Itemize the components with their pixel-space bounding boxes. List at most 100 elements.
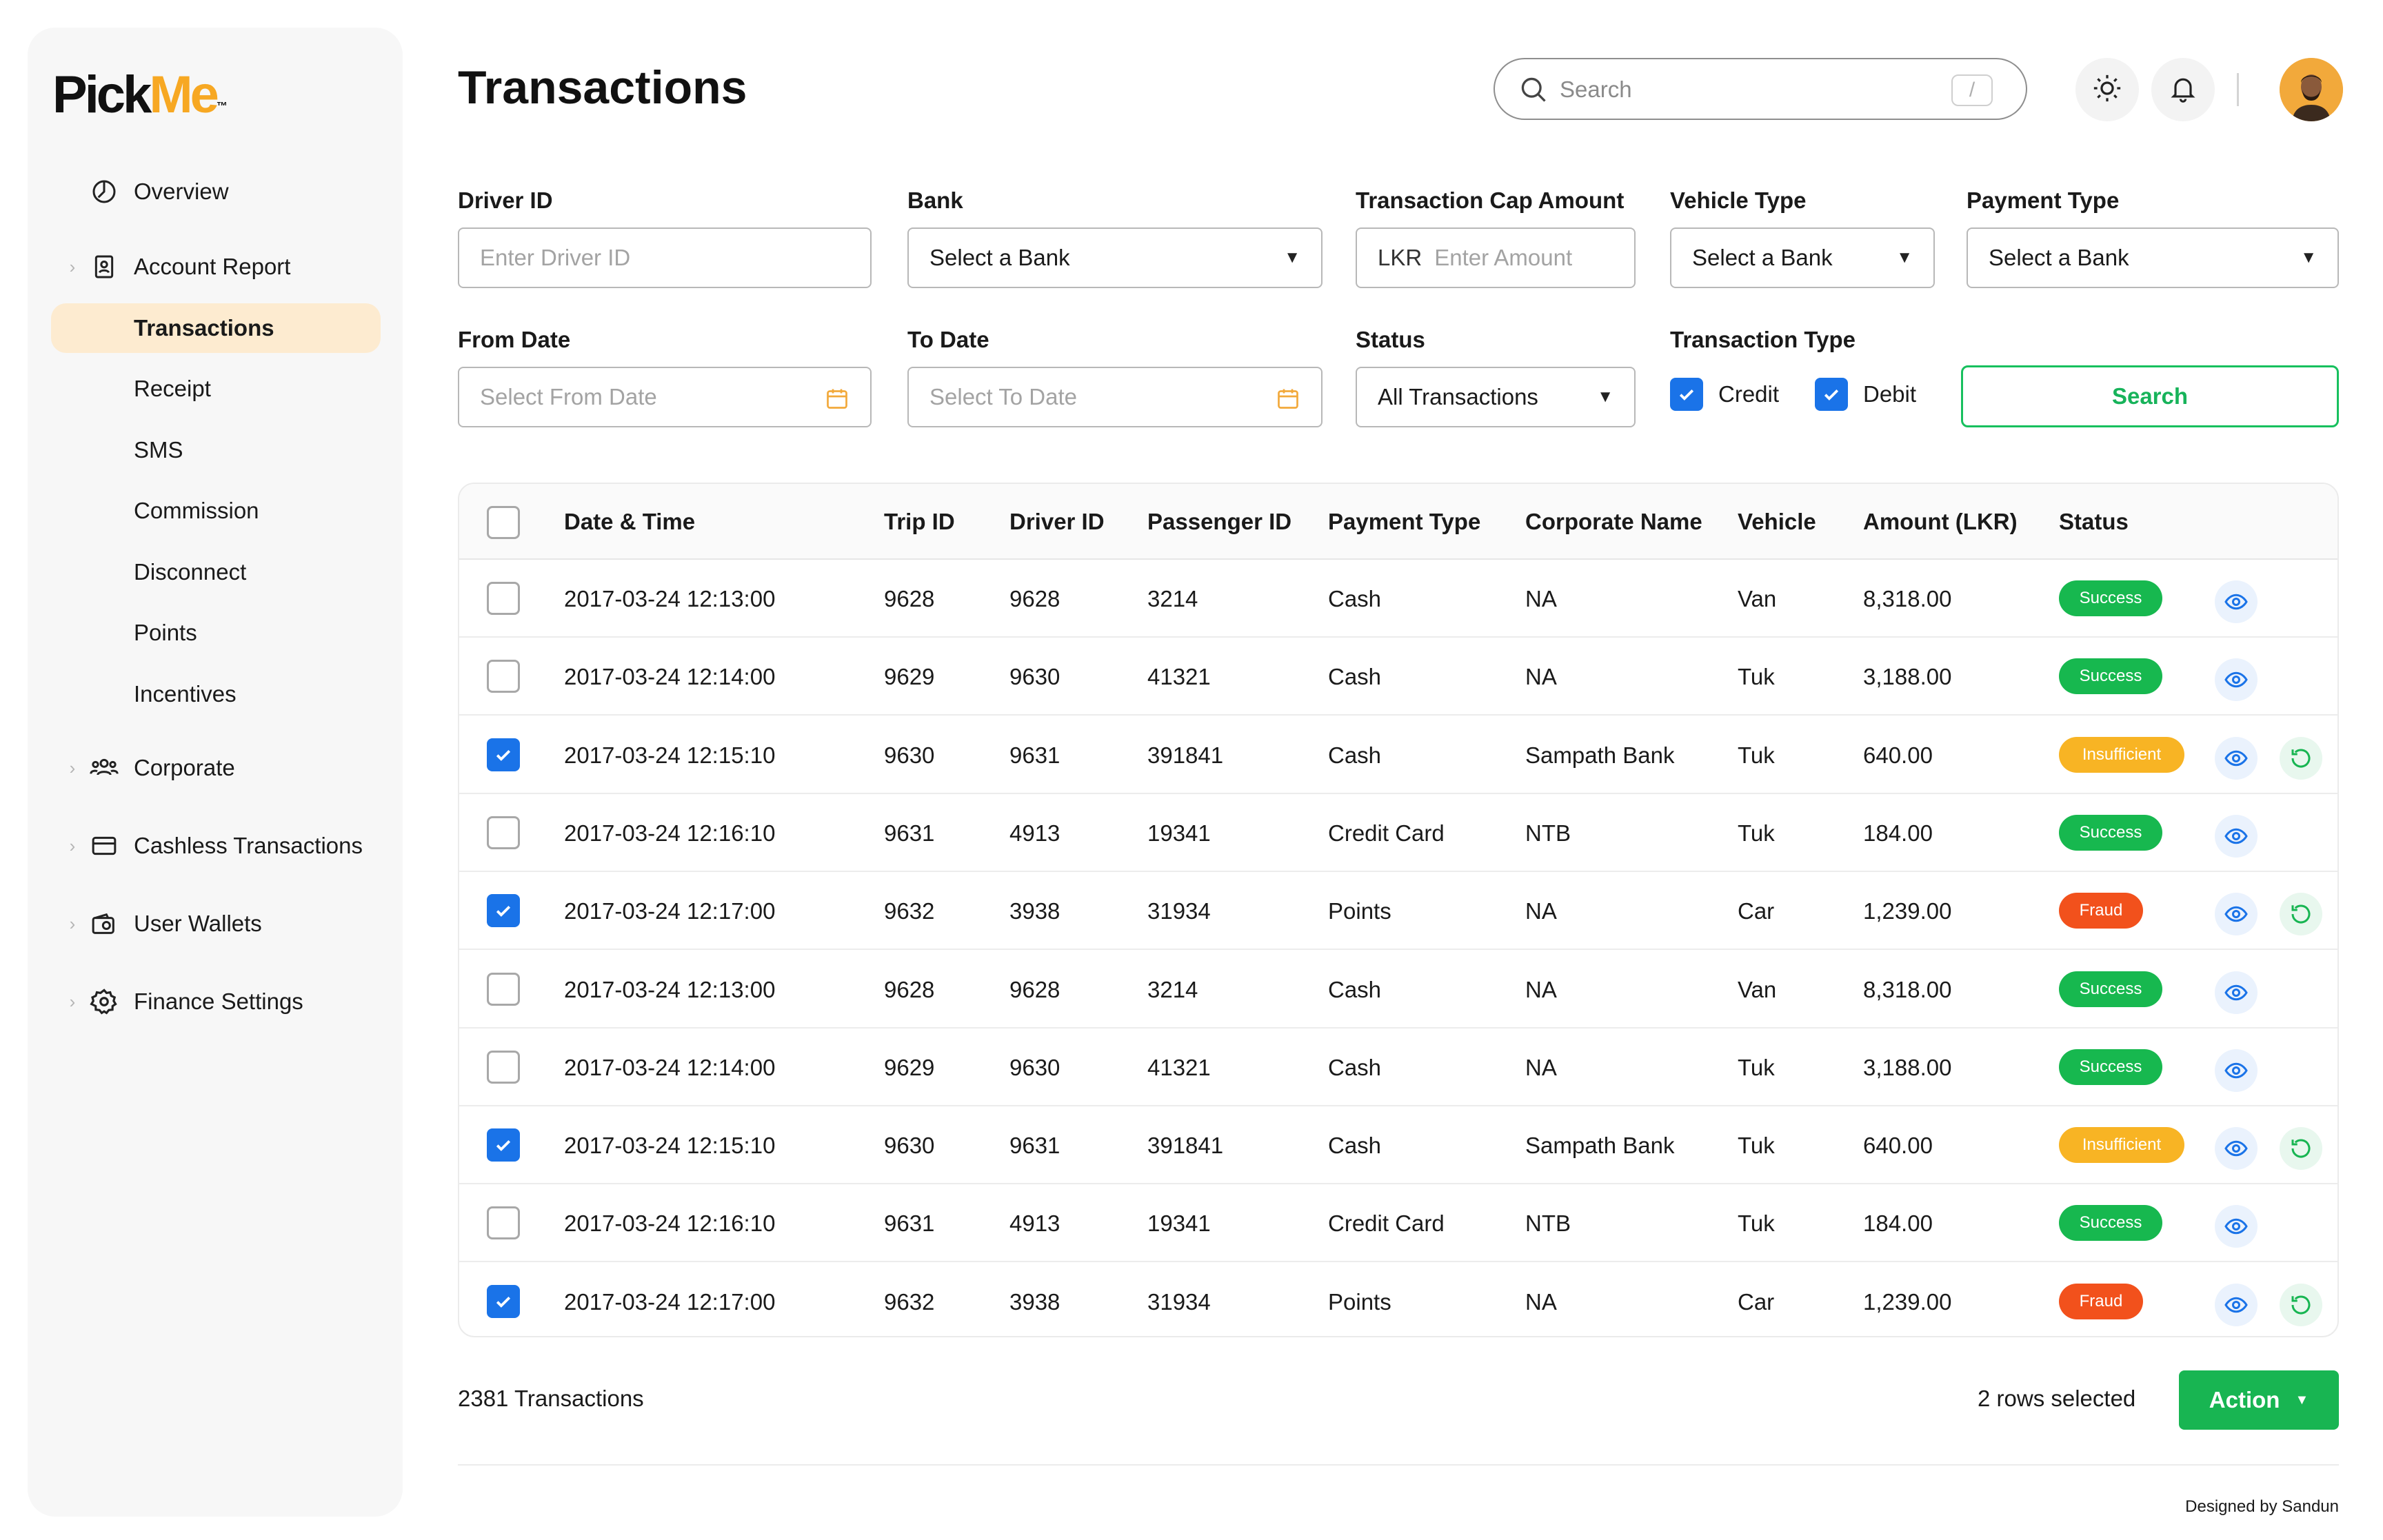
cell-datetime: 2017-03-24 12:16:10: [564, 1210, 776, 1237]
view-button[interactable]: [2215, 1127, 2258, 1171]
row-checkbox[interactable]: [487, 582, 520, 615]
vehicle-type-select[interactable]: Select a Bank ▼: [1670, 227, 1935, 288]
table-row[interactable]: 2017-03-24 12:14:00 9629 9630 41321 Cash NA Tu…: [459, 1029, 2337, 1106]
view-button[interactable]: [2215, 814, 2258, 858]
chevron-right-icon: ›: [69, 757, 76, 778]
view-button[interactable]: [2215, 736, 2258, 780]
cell-vehicle: Tuk: [1738, 1210, 1775, 1237]
table-row[interactable]: 2017-03-24 12:14:00 9629 9630 41321 Cash NA Tu…: [459, 638, 2337, 716]
sidebar-subitem-label: Transactions: [134, 315, 274, 341]
sidebar-subitem-incentives[interactable]: Incentives: [51, 669, 381, 719]
payment-type-select[interactable]: Select a Bank ▼: [1967, 227, 2339, 288]
to-date-label: To Date: [907, 327, 989, 352]
column-header-trip-id[interactable]: Trip ID: [884, 509, 955, 535]
cell-passenger-id: 391841: [1147, 1133, 1224, 1159]
action-button-label: Action: [2209, 1387, 2280, 1412]
row-checkbox[interactable]: [487, 1128, 520, 1162]
row-checkbox[interactable]: [487, 815, 520, 849]
sidebar-item-finance-settings[interactable]: › Finance Settings: [28, 975, 403, 1028]
bank-select[interactable]: Select a Bank ▼: [907, 227, 1323, 288]
table-row[interactable]: 2017-03-24 12:15:10 9630 9631 391841 Cash Sam…: [459, 1106, 2337, 1185]
table-row[interactable]: 2017-03-24 12:16:10 9631 4913 19341 Credit C…: [459, 1184, 2337, 1263]
sidebar-item-cashless-transactions[interactable]: › Cashless Transactions: [28, 820, 403, 872]
row-checkbox[interactable]: [487, 738, 520, 771]
table-row[interactable]: 2017-03-24 12:17:00 9632 3938 31934 Points NA…: [459, 1263, 2337, 1336]
avatar[interactable]: [2280, 58, 2343, 121]
search-button[interactable]: Search: [1961, 365, 2339, 427]
transaction-type-label: Transaction Type: [1670, 327, 1856, 352]
view-button[interactable]: [2215, 1283, 2258, 1326]
driver-id-field[interactable]: [458, 227, 872, 288]
row-checkbox[interactable]: [487, 1284, 520, 1318]
column-header-status[interactable]: Status: [2059, 509, 2129, 535]
column-header-driver-id[interactable]: Driver ID: [1009, 509, 1105, 535]
sidebar-subitem-transactions[interactable]: Transactions: [51, 303, 381, 353]
header-divider: [2237, 73, 2239, 106]
calendar-icon[interactable]: [1276, 386, 1300, 414]
sidebar-item-account-report[interactable]: › Account Report: [28, 241, 403, 293]
view-button[interactable]: [2215, 1205, 2258, 1248]
sidebar-item-overview[interactable]: Overview: [28, 165, 403, 218]
debit-checkbox[interactable]: [1815, 378, 1848, 411]
caret-down-icon: ▼: [2295, 1392, 2309, 1408]
cell-vehicle: Tuk: [1738, 742, 1775, 768]
to-date-field[interactable]: [907, 367, 1323, 427]
cell-amount: 8,318.00: [1863, 976, 1952, 1002]
column-header-vehicle[interactable]: Vehicle: [1738, 509, 1816, 535]
driver-id-input[interactable]: [480, 245, 870, 271]
view-button[interactable]: [2215, 971, 2258, 1014]
column-header-datetime[interactable]: Date & Time: [564, 509, 695, 535]
sidebar-item-user-wallets[interactable]: › User Wallets: [28, 898, 403, 950]
action-button[interactable]: Action ▼: [2179, 1370, 2339, 1430]
notifications-button[interactable]: [2151, 58, 2215, 121]
table-row[interactable]: 2017-03-24 12:16:10 9631 4913 19341 Credit C…: [459, 794, 2337, 872]
column-header-corporate-name[interactable]: Corporate Name: [1525, 509, 1702, 535]
sidebar-item-corporate[interactable]: › Corporate: [28, 742, 403, 794]
table-row[interactable]: 2017-03-24 12:17:00 9632 3938 31934 Points NA…: [459, 872, 2337, 951]
row-checkbox[interactable]: [487, 1206, 520, 1240]
row-checkbox[interactable]: [487, 1050, 520, 1084]
designer-credit: Designed by Sandun: [2185, 1497, 2339, 1516]
sidebar-subitem-sms[interactable]: SMS: [51, 425, 381, 475]
driver-id-label: Driver ID: [458, 188, 553, 213]
to-date-input[interactable]: [929, 384, 1233, 410]
retry-button[interactable]: [2280, 893, 2322, 936]
from-date-field[interactable]: [458, 367, 872, 427]
view-button[interactable]: [2215, 580, 2258, 623]
column-header-payment-type[interactable]: Payment Type: [1328, 509, 1480, 535]
pickme-logo[interactable]: PickMe™: [52, 61, 228, 141]
calendar-icon[interactable]: [825, 386, 849, 414]
column-header-passenger-id[interactable]: Passenger ID: [1147, 509, 1291, 535]
sidebar-subitem-receipt[interactable]: Receipt: [51, 364, 381, 414]
search-input[interactable]: [1560, 73, 1946, 106]
retry-button[interactable]: [2280, 1283, 2322, 1326]
cell-vehicle: Tuk: [1738, 820, 1775, 846]
search-bar[interactable]: /: [1494, 58, 2027, 120]
eye-icon: [2224, 1058, 2249, 1083]
theme-toggle-button[interactable]: [2075, 58, 2139, 121]
transaction-count: 2381 Transactions: [458, 1386, 644, 1411]
column-header-amount[interactable]: Amount (LKR): [1863, 509, 2018, 535]
retry-button[interactable]: [2280, 1127, 2322, 1171]
row-checkbox[interactable]: [487, 894, 520, 928]
from-date-input[interactable]: [480, 384, 783, 410]
sidebar-subitem-disconnect[interactable]: Disconnect: [51, 547, 381, 597]
cell-passenger-id: 3214: [1147, 586, 1198, 611]
table-row[interactable]: 2017-03-24 12:13:00 9628 9628 3214 Cash NA Van…: [459, 560, 2337, 638]
sidebar-subitem-commission[interactable]: Commission: [51, 486, 381, 536]
sidebar-subitem-points[interactable]: Points: [51, 608, 381, 658]
view-button[interactable]: [2215, 658, 2258, 702]
select-all-checkbox[interactable]: [487, 506, 520, 539]
cap-amount-input[interactable]: [1434, 245, 1634, 271]
row-checkbox[interactable]: [487, 972, 520, 1006]
table-row[interactable]: 2017-03-24 12:15:10 9630 9631 391841 Cash Sam…: [459, 716, 2337, 794]
row-checkbox[interactable]: [487, 660, 520, 693]
retry-button[interactable]: [2280, 736, 2322, 780]
view-button[interactable]: [2215, 1048, 2258, 1092]
table-row[interactable]: 2017-03-24 12:13:00 9628 9628 3214 Cash NA Van…: [459, 951, 2337, 1029]
cap-amount-field[interactable]: LKR: [1356, 227, 1636, 288]
credit-checkbox[interactable]: [1670, 378, 1703, 411]
keyboard-shortcut-hint: /: [1951, 74, 1993, 106]
view-button[interactable]: [2215, 893, 2258, 936]
status-select[interactable]: All Transactions ▼: [1356, 367, 1636, 427]
